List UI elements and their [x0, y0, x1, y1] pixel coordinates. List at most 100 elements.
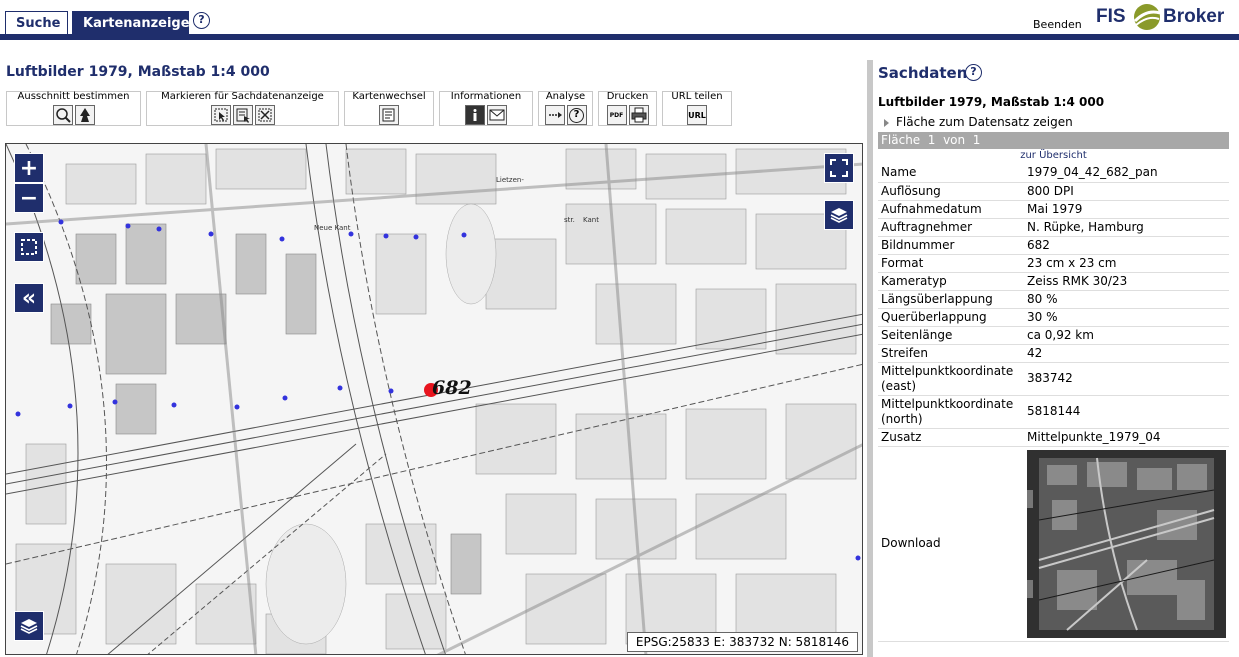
- help-icon[interactable]: ?: [193, 12, 210, 29]
- attribute-value: 5818144: [1024, 395, 1229, 429]
- show-area-link-text: Fläche zum Datensatz zeigen: [896, 115, 1073, 129]
- toolgroup-label: URL teilen: [671, 91, 723, 102]
- attribute-key: Format: [878, 254, 1024, 273]
- attribute-key: Aufnahmedatum: [878, 200, 1024, 219]
- toolgroup-extent: Ausschnitt bestimmen: [6, 91, 141, 126]
- printer-icon[interactable]: [628, 105, 649, 125]
- attribute-value: 80 %: [1024, 290, 1229, 309]
- table-row: Zusatz Mittelpunkte_1979_04: [878, 428, 1229, 447]
- map-switch-icon[interactable]: [379, 105, 399, 125]
- attribute-value: 30 %: [1024, 308, 1229, 327]
- zoom-in-button[interactable]: +: [14, 153, 44, 183]
- panel-help-icon[interactable]: ?: [965, 64, 982, 81]
- table-row: Querüberlappung 30 %: [878, 308, 1229, 327]
- attribute-value: 1979_04_42_682_pan: [1024, 164, 1229, 183]
- toolgroup-analyse: Analyse ?: [538, 91, 593, 126]
- table-row: Kameratyp Zeiss RMK 30/23: [878, 272, 1229, 291]
- analyse-help-icon[interactable]: ?: [566, 105, 587, 125]
- aerial-photo-thumbnail[interactable]: [1027, 449, 1226, 638]
- attribute-key: Bildnummer: [878, 236, 1024, 255]
- attribute-value: Mai 1979: [1024, 200, 1229, 219]
- zoom-out-button[interactable]: −: [14, 183, 44, 213]
- street-label: Lietzen-: [496, 176, 524, 184]
- zoom-box-button[interactable]: [14, 232, 44, 262]
- table-row: Längsüberlappung 80 %: [878, 290, 1229, 309]
- attribute-value: N. Rüpke, Hamburg: [1024, 218, 1229, 237]
- layer-switcher-button[interactable]: [824, 200, 854, 230]
- attribute-key: Auflösung: [878, 182, 1024, 201]
- show-area-link[interactable]: Fläche zum Datensatz zeigen: [884, 115, 1073, 129]
- panel-subtitle: Luftbilder 1979, Maßstab 1:4 000: [878, 95, 1105, 109]
- tab-map-display[interactable]: Kartenanzeige: [72, 11, 190, 35]
- attribute-key: Längsüberlappung: [878, 290, 1024, 309]
- toolgroup-select: Markieren für Sachdatenanzeige: [146, 91, 339, 126]
- fis-broker-logo: FIS Broker: [1096, 2, 1236, 32]
- toolgroup-mapswitch: Kartenwechsel: [344, 91, 434, 126]
- attribute-value: Mittelpunkte_1979_04: [1024, 428, 1229, 447]
- attribute-value: 23 cm x 23 cm: [1024, 254, 1229, 273]
- overview-link[interactable]: zur Übersicht: [878, 150, 1229, 161]
- attribute-key: Zusatz: [878, 428, 1024, 447]
- attribute-key: Name: [878, 164, 1024, 183]
- table-row: Bildnummer 682: [878, 236, 1229, 255]
- fullscreen-icon: [830, 159, 848, 177]
- select-list-icon[interactable]: [232, 105, 253, 125]
- toolgroup-label: Informationen: [450, 91, 522, 102]
- top-bar: Suche Kartenanzeige ? Beenden FIS Broker: [0, 0, 1239, 40]
- analyse-arrow-icon[interactable]: [544, 105, 565, 125]
- attribute-table: Name 1979_04_42_682_pan Auflösung 800 DPI …: [878, 164, 1229, 642]
- attribute-key: Kameratyp: [878, 272, 1024, 291]
- panel-title-text: Sachdaten: [878, 64, 968, 82]
- logo-text-broker: Broker: [1163, 6, 1225, 27]
- toolgroup-label: Markieren für Sachdatenanzeige: [161, 91, 324, 102]
- question-mark-text: ?: [569, 107, 584, 123]
- toolgroup-label: Kartenwechsel: [352, 91, 426, 102]
- table-row: Aufnahmedatum Mai 1979: [878, 200, 1229, 219]
- mail-icon[interactable]: [487, 105, 507, 125]
- tab-search[interactable]: Suche: [5, 11, 68, 35]
- logo-swoosh-icon: [1133, 4, 1161, 30]
- attribute-key: Auftragnehmer: [878, 218, 1024, 237]
- street-label: Kant: [583, 216, 599, 224]
- layers-icon: [830, 208, 848, 223]
- panel-title: Sachdaten: [878, 64, 967, 82]
- attribute-value: 682: [1024, 236, 1229, 255]
- table-row: Streifen 42: [878, 344, 1229, 363]
- info-icon[interactable]: [465, 105, 485, 125]
- layers-icon: [20, 619, 38, 634]
- url-share-icon[interactable]: URL: [687, 105, 707, 125]
- zoom-lens-icon[interactable]: [52, 105, 73, 125]
- table-row: Auftragnehmer N. Rüpke, Hamburg: [878, 218, 1229, 237]
- attribute-key: Streifen: [878, 344, 1024, 363]
- map-title: Luftbilder 1979, Maßstab 1:4 000: [6, 64, 270, 80]
- full-extent-icon[interactable]: [74, 105, 95, 125]
- attribute-key: Mittelpunktkoordinate (east): [878, 362, 1024, 396]
- table-row: Format 23 cm x 23 cm: [878, 254, 1229, 273]
- pdf-icon[interactable]: PDF: [606, 105, 627, 125]
- download-cell: [1024, 446, 1229, 642]
- panel-divider[interactable]: [867, 60, 873, 657]
- photo-number-label: 682: [432, 377, 472, 399]
- toolgroup-print: Drucken PDF: [598, 91, 657, 126]
- toolgroup-info: Informationen: [439, 91, 533, 126]
- clear-selection-icon[interactable]: [254, 105, 275, 125]
- coordinate-readout: EPSG:25833 E: 383732 N: 5818146: [626, 632, 858, 652]
- toolgroup-label: Ausschnitt bestimmen: [17, 91, 130, 102]
- select-point-icon[interactable]: [210, 105, 231, 125]
- table-row: Mittelpunktkoordinate (north) 5818144: [878, 395, 1229, 429]
- table-row: Seitenlänge ca 0,92 km: [878, 326, 1229, 345]
- layers-button[interactable]: [14, 611, 44, 641]
- toolgroup-share: URL teilen URL: [662, 91, 732, 126]
- download-label: Download: [878, 446, 1024, 642]
- attribute-key: Mittelpunktkoordinate (north): [878, 395, 1024, 429]
- logout-link[interactable]: Beenden: [1033, 18, 1082, 31]
- map-view[interactable]: Lietzen- Neue Kant str. Kant 682 + − « E…: [5, 143, 863, 655]
- logo-text-fis: FIS: [1096, 6, 1126, 27]
- attribute-value: 383742: [1024, 362, 1229, 396]
- attribute-value: Zeiss RMK 30/23: [1024, 272, 1229, 291]
- table-row: Name 1979_04_42_682_pan: [878, 164, 1229, 183]
- map-canvas[interactable]: Lietzen- Neue Kant str. Kant 682: [6, 144, 863, 655]
- collapse-panel-button[interactable]: «: [14, 283, 44, 313]
- attribute-value: ca 0,92 km: [1024, 326, 1229, 345]
- fullscreen-button[interactable]: [824, 153, 854, 183]
